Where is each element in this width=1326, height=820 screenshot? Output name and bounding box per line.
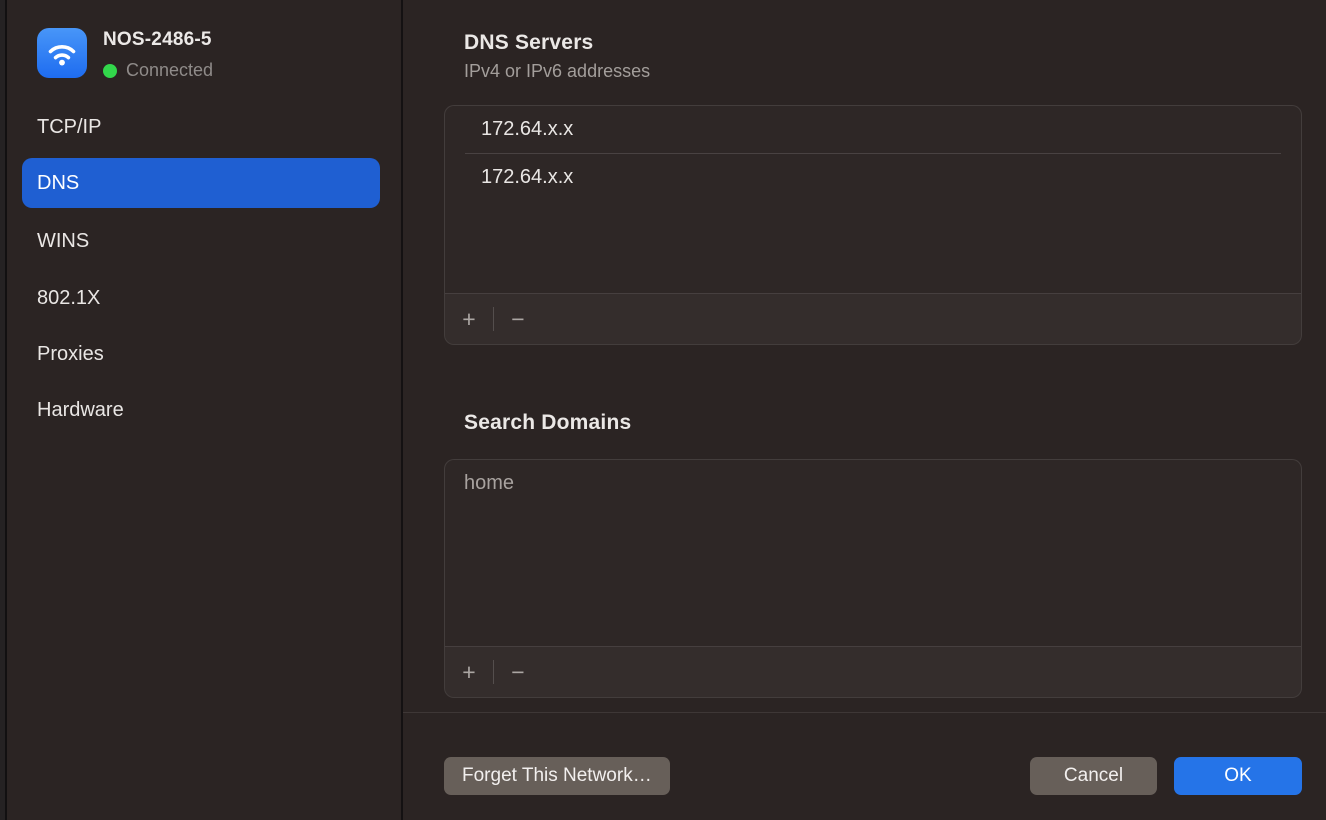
network-header: NOS-2486-5 Connected: [37, 28, 213, 81]
network-details-dialog: { "sidebar": { "network": { "name": "NOS…: [0, 0, 1326, 820]
wifi-icon: [37, 28, 87, 78]
sidebar-item-proxies[interactable]: Proxies: [22, 329, 380, 379]
remove-search-domain-button[interactable]: −: [494, 647, 542, 697]
search-domains-title: Search Domains: [464, 411, 631, 435]
add-dns-server-button[interactable]: +: [445, 294, 493, 344]
sidebar: NOS-2486-5 Connected TCP/IP DNS WINS 802…: [9, 0, 401, 820]
connected-status-label: Connected: [126, 60, 213, 81]
search-domains-list: home + −: [444, 459, 1302, 698]
dns-server-entry[interactable]: 172.64.x.x: [445, 154, 1301, 201]
network-name: NOS-2486-5: [103, 29, 213, 51]
dns-servers-title: DNS Servers: [464, 31, 593, 55]
sidebar-item-hardware[interactable]: Hardware: [22, 385, 380, 435]
sidebar-item-8021x[interactable]: 802.1X: [22, 273, 380, 323]
dns-servers-subtitle: IPv4 or IPv6 addresses: [464, 61, 650, 82]
connected-status-dot: [103, 64, 117, 78]
sidebar-item-tcpip[interactable]: TCP/IP: [22, 102, 380, 152]
dns-settings-pane: DNS Servers IPv4 or IPv6 addresses 172.6…: [403, 0, 1326, 820]
dns-servers-list: 172.64.x.x 172.64.x.x + −: [444, 105, 1302, 345]
add-search-domain-button[interactable]: +: [445, 647, 493, 697]
footer-divider: [403, 712, 1326, 713]
dns-server-entry[interactable]: 172.64.x.x: [445, 106, 1301, 153]
dns-servers-list-toolbar: + −: [445, 293, 1301, 344]
remove-dns-server-button[interactable]: −: [494, 294, 542, 344]
search-domains-list-toolbar: + −: [445, 646, 1301, 697]
settings-nav: TCP/IP DNS WINS 802.1X Proxies Hardware: [22, 102, 389, 441]
network-status: Connected: [103, 60, 213, 81]
screen-edge-backdrop: [0, 0, 7, 820]
ok-button[interactable]: OK: [1174, 757, 1302, 795]
sidebar-item-dns[interactable]: DNS: [22, 158, 380, 208]
search-domain-entry[interactable]: home: [445, 460, 1301, 507]
network-meta: NOS-2486-5 Connected: [103, 28, 213, 81]
sidebar-item-wins[interactable]: WINS: [22, 216, 380, 266]
forget-network-button[interactable]: Forget This Network…: [444, 757, 670, 795]
cancel-button[interactable]: Cancel: [1030, 757, 1157, 795]
